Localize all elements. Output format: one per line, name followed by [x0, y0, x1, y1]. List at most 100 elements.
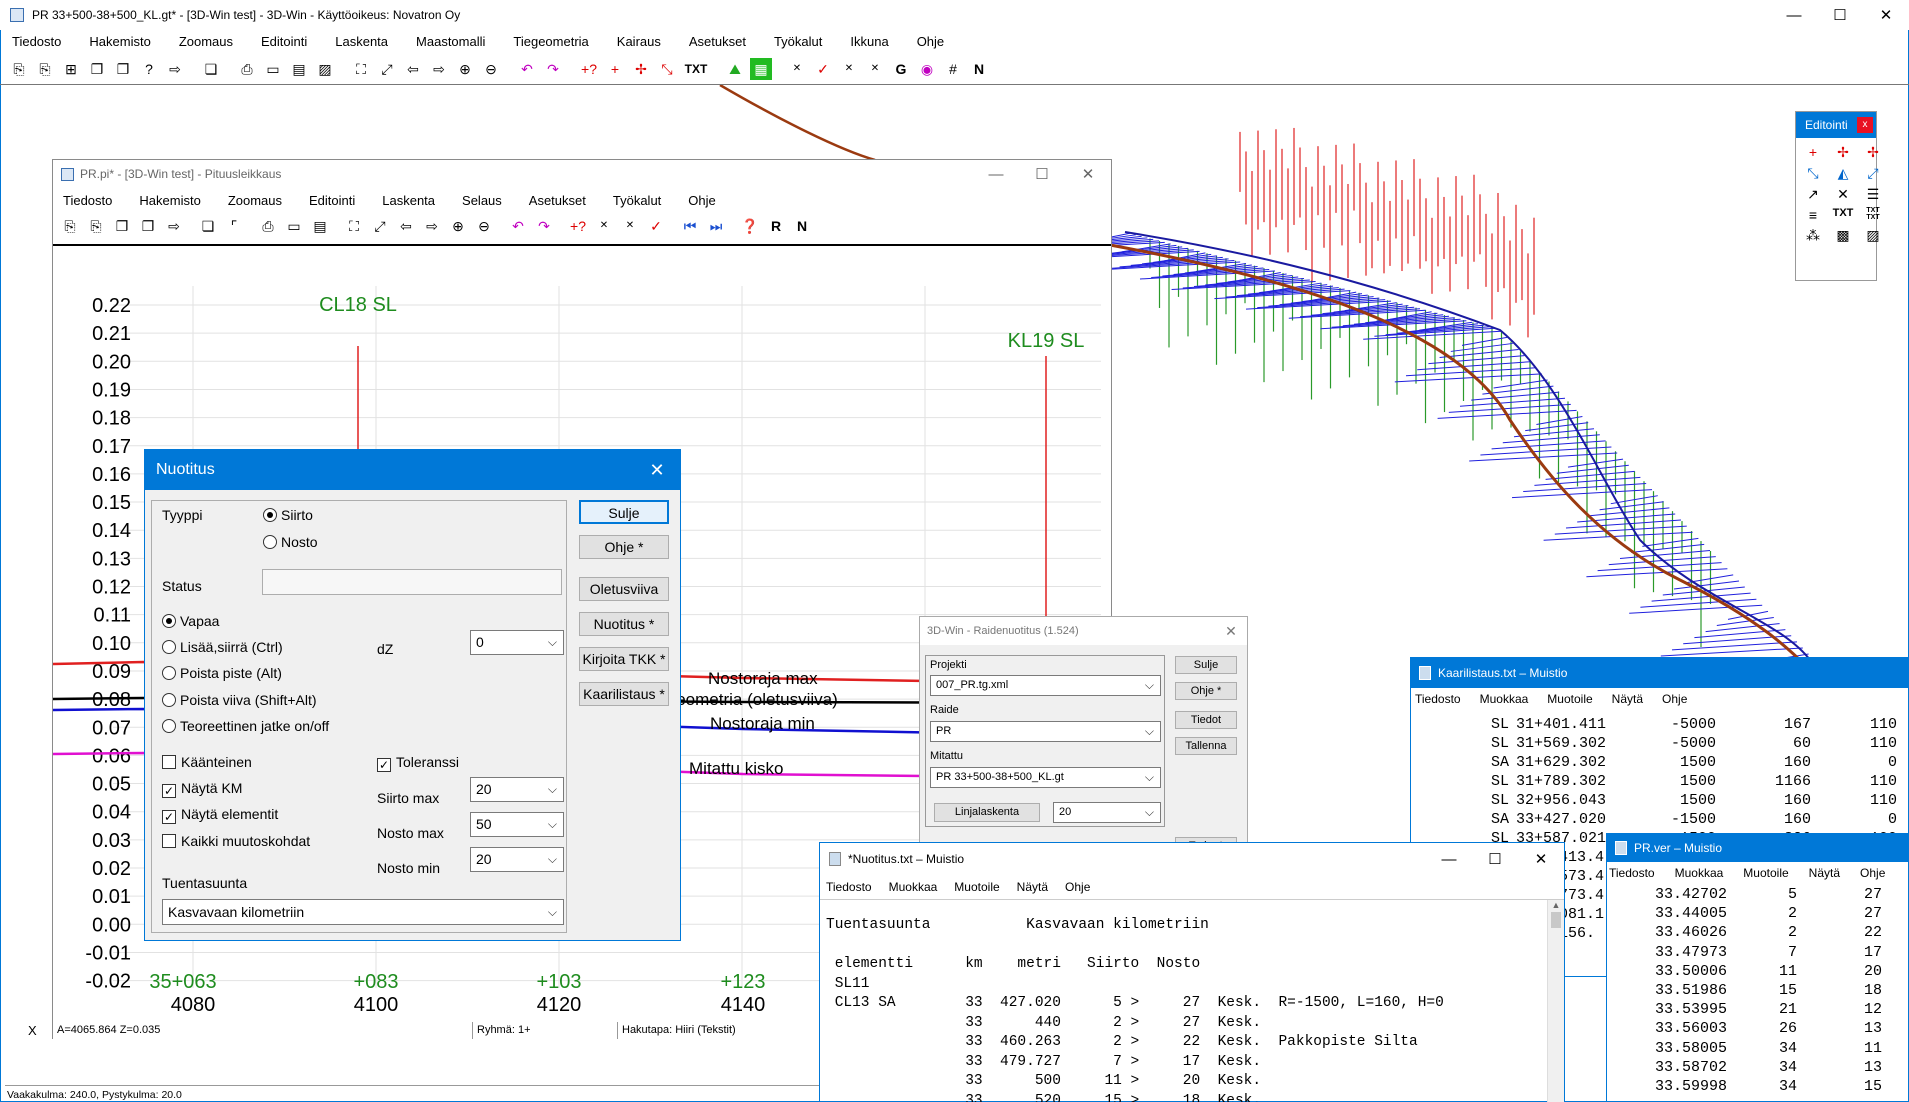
- question-icon[interactable]: ?: [138, 58, 160, 80]
- p-pages-icon[interactable]: ❏: [197, 215, 219, 237]
- redo-icon[interactable]: ↷: [542, 58, 564, 80]
- nayta-km-checkbox[interactable]: ✓ Näytä KM: [162, 780, 242, 798]
- menu-item-selaus[interactable]: Selaus: [462, 193, 502, 208]
- terrain-icon[interactable]: ⛰: [724, 58, 746, 80]
- menu-item-laskenta[interactable]: Laskenta: [382, 193, 435, 208]
- open-icon[interactable]: ⎘: [8, 58, 30, 80]
- menu-item-maastomalli[interactable]: Maastomalli: [416, 34, 485, 49]
- p-frame-icon[interactable]: ▤: [309, 215, 331, 237]
- toleranssi-checkbox[interactable]: ✓ Toleranssi: [377, 754, 459, 772]
- grid-icon[interactable]: #: [942, 58, 964, 80]
- copy2-icon[interactable]: ❐: [112, 58, 134, 80]
- p-add-question-icon[interactable]: +?: [567, 215, 589, 237]
- text-move-icon[interactable]: ↗: [1800, 186, 1826, 203]
- linjalaskenta-button[interactable]: Linjalaskenta: [934, 803, 1040, 822]
- add-icon[interactable]: +: [1800, 144, 1826, 161]
- menu-item-tiedosto[interactable]: Tiedosto: [12, 34, 61, 49]
- p-zoom-in-icon[interactable]: ⊕: [447, 215, 469, 237]
- tyyppi-nosto-radio[interactable]: Nosto: [263, 534, 318, 550]
- menu-item-ikkuna[interactable]: Ikkuna: [850, 34, 888, 49]
- model-icon[interactable]: ▦: [750, 58, 772, 80]
- add-multi-icon[interactable]: ✢: [1830, 144, 1856, 161]
- p-export-icon[interactable]: ⇨: [163, 215, 185, 237]
- menu-item-tiedosto[interactable]: Tiedosto: [63, 193, 112, 208]
- target-icon[interactable]: ◉: [916, 58, 938, 80]
- nosto-min-select[interactable]: 20: [470, 847, 564, 872]
- dots-icon[interactable]: ⁂: [1800, 227, 1826, 244]
- menu-item-laskenta[interactable]: Laskenta: [335, 34, 388, 49]
- copy-icon[interactable]: ❐: [86, 58, 108, 80]
- grid-open-icon[interactable]: ⊞: [60, 58, 82, 80]
- add-point-question-icon[interactable]: +?: [578, 58, 600, 80]
- profile-close-icon[interactable]: ✕: [1065, 160, 1111, 189]
- p-copy2-icon[interactable]: ❐: [137, 215, 159, 237]
- p-zoom-window-icon[interactable]: ⤢: [369, 215, 391, 237]
- close-icon[interactable]: ✕: [1863, 1, 1909, 30]
- undo-icon[interactable]: ↶: [516, 58, 538, 80]
- menu-item-työkalut[interactable]: Työkalut: [774, 34, 822, 49]
- p-scale-icon[interactable]: ▭: [283, 215, 305, 237]
- p-number-icon[interactable]: ✕: [593, 215, 615, 237]
- profile-titlebar[interactable]: PR.pi* - [3D-Win test] - Pituusleikkaus …: [53, 160, 1111, 188]
- mode-poista-piste-radio[interactable]: Poista piste (Alt): [162, 665, 282, 681]
- open2-icon[interactable]: ⎘: [34, 58, 56, 80]
- p-redo-icon[interactable]: ↷: [533, 215, 555, 237]
- add-points-icon[interactable]: ✢: [630, 58, 652, 80]
- raide-close-icon[interactable]: ✕: [1215, 623, 1247, 640]
- menu-item-ohje[interactable]: Ohje: [917, 34, 944, 49]
- p-select-icon[interactable]: ⌜: [223, 215, 245, 237]
- menu-item-zoomaus[interactable]: Zoomaus: [228, 193, 282, 208]
- number-icon[interactable]: ✕: [838, 58, 860, 80]
- ntxt-scrollbar[interactable]: ▲: [1547, 900, 1564, 1102]
- profile-minimize-icon[interactable]: —: [973, 160, 1019, 189]
- mode-lisaa-radio[interactable]: Lisää,siirrä (Ctrl): [162, 639, 283, 655]
- tallenna-button[interactable]: Tallenna: [1175, 737, 1237, 755]
- line-icon[interactable]: ⤡: [656, 58, 678, 80]
- menu-item-näytä[interactable]: Näytä: [1809, 866, 1840, 880]
- cross-icon[interactable]: ✕: [1830, 186, 1856, 203]
- polygon-icon[interactable]: ◭: [1830, 165, 1856, 182]
- raide-ohje-button[interactable]: Ohje *: [1175, 682, 1237, 700]
- menu-item-asetukset[interactable]: Asetukset: [529, 193, 586, 208]
- nuotitus-button[interactable]: Nuotitus *: [579, 612, 669, 636]
- kaarilistaus-button[interactable]: Kaarilistaus *: [579, 682, 669, 706]
- menu-item-muokkaa[interactable]: Muokkaa: [889, 880, 938, 894]
- oletusviiva-button[interactable]: Oletusviiva: [579, 577, 669, 601]
- p-open-icon[interactable]: ⎘: [59, 215, 81, 237]
- menu-item-ohje[interactable]: Ohje: [1860, 866, 1885, 880]
- pan-left-icon[interactable]: ⇦: [402, 58, 424, 80]
- add-point-icon[interactable]: +: [604, 58, 626, 80]
- kirjoita-tkk-button[interactable]: Kirjoita TKK *: [579, 647, 669, 671]
- main-titlebar[interactable]: PR 33+500-38+500_KL.gt* - [3D-Win test] …: [0, 0, 1909, 30]
- check-icon[interactable]: ✓: [812, 58, 834, 80]
- dz-select[interactable]: 0: [470, 630, 564, 655]
- menu-item-ohje[interactable]: Ohje: [1065, 880, 1090, 894]
- menu-item-hakemisto[interactable]: Hakemisto: [89, 34, 150, 49]
- menu-item-ohje[interactable]: Ohje: [688, 193, 715, 208]
- menu-item-työkalut[interactable]: Työkalut: [613, 193, 661, 208]
- kaikki-muutoskohdat-checkbox[interactable]: Kaikki muutoskohdat: [162, 833, 310, 849]
- p-n-icon[interactable]: N: [791, 215, 813, 237]
- nuotitus-titlebar[interactable]: Nuotitus ✕: [145, 450, 680, 490]
- north-icon[interactable]: N: [968, 58, 990, 80]
- align-icon[interactable]: ≡: [1800, 207, 1826, 223]
- menu-item-editointi[interactable]: Editointi: [309, 193, 355, 208]
- mitattu-select[interactable]: PR 33+500-38+500_KL.gt: [930, 767, 1161, 788]
- zoom-all-icon[interactable]: ⛶: [350, 58, 372, 80]
- menu-item-näytä[interactable]: Näytä: [1612, 692, 1643, 706]
- linja-select[interactable]: 20: [1053, 802, 1161, 823]
- nosto-max-select[interactable]: 50: [470, 812, 564, 837]
- p-zoom-out-icon[interactable]: ⊖: [473, 215, 495, 237]
- raide-titlebar[interactable]: 3D-Win - Raidenuotitus (1.524) ✕: [920, 617, 1247, 645]
- menu-item-kairaus[interactable]: Kairaus: [617, 34, 661, 49]
- menu-item-muokkaa[interactable]: Muokkaa: [1675, 866, 1724, 880]
- nayta-elementit-checkbox[interactable]: ✓ Näytä elementit: [162, 806, 278, 824]
- menu-item-ohje[interactable]: Ohje: [1662, 692, 1687, 706]
- tiedot-button[interactable]: Tiedot: [1175, 711, 1237, 729]
- ntxt-scroll-up-icon[interactable]: ▲: [1548, 900, 1564, 910]
- p-undo-icon[interactable]: ↶: [507, 215, 529, 237]
- hatch-icon[interactable]: ▨: [314, 58, 336, 80]
- status-field[interactable]: [262, 569, 562, 595]
- pan-right-icon[interactable]: ⇨: [428, 58, 450, 80]
- raide-select[interactable]: PR: [930, 721, 1161, 742]
